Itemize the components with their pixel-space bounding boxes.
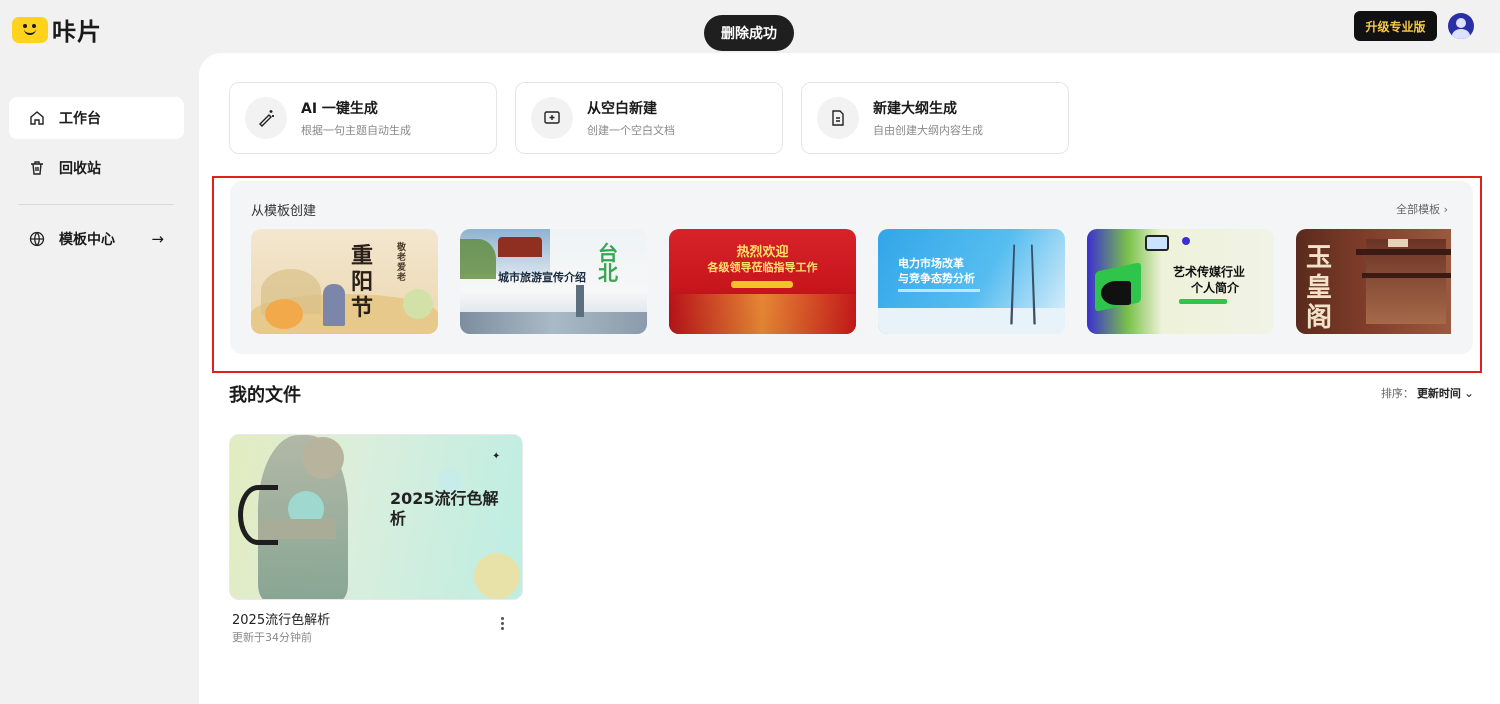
chevron-down-icon: ⌄ bbox=[1463, 386, 1474, 400]
quick-action-title: AI 一键生成 bbox=[301, 101, 378, 117]
quick-action-title: 从空白新建 bbox=[587, 101, 657, 117]
quick-action-subtitle: 自由创建大纲内容生成 bbox=[873, 124, 983, 137]
toast-message: 删除成功 bbox=[704, 15, 794, 51]
sort-value: 更新时间 bbox=[1416, 387, 1461, 400]
quick-action-subtitle: 创建一个空白文档 bbox=[587, 124, 675, 137]
user-avatar[interactable] bbox=[1448, 13, 1474, 39]
arrow-right-icon: → bbox=[151, 230, 164, 248]
sidebar-item-template-center[interactable]: 模板中心 → bbox=[9, 218, 184, 260]
quick-action-subtitle: 根据一句主题自动生成 bbox=[301, 124, 411, 137]
add-slide-icon bbox=[544, 111, 560, 124]
document-icon bbox=[832, 110, 844, 126]
sidebar-item-label: 工作台 bbox=[59, 111, 101, 127]
main-panel: AI 一键生成 根据一句主题自动生成 从空白新建 创建一个空白文档 新建大纲生成… bbox=[199, 53, 1500, 704]
globe-icon bbox=[29, 231, 45, 247]
my-files-title: 我的文件 bbox=[229, 385, 301, 406]
sort-dropdown[interactable]: 排序： 更新时间 ⌄ bbox=[1381, 385, 1474, 401]
file-thumbnail[interactable]: ✦ 2025流行色解析 bbox=[229, 434, 523, 600]
highlight-box bbox=[212, 176, 1482, 373]
magic-wand-icon bbox=[259, 110, 274, 127]
sidebar-divider bbox=[18, 204, 174, 205]
app-name: 咔片 bbox=[52, 18, 102, 46]
blank-create-card[interactable]: 从空白新建 创建一个空白文档 bbox=[515, 82, 783, 154]
file-updated-time: 更新于34分钟前 bbox=[232, 631, 312, 644]
sort-label: 排序： bbox=[1380, 387, 1414, 400]
sidebar-item-workspace[interactable]: 工作台 bbox=[9, 97, 184, 139]
trash-icon bbox=[31, 161, 43, 175]
quick-action-title: 新建大纲生成 bbox=[873, 101, 957, 117]
sparkle-icon: ✦ bbox=[492, 451, 501, 462]
outline-create-card[interactable]: 新建大纲生成 自由创建大纲内容生成 bbox=[801, 82, 1069, 154]
sidebar-item-label: 回收站 bbox=[59, 161, 101, 177]
file-thumbnail-title: 2025流行色解析 bbox=[390, 489, 499, 528]
more-options-icon[interactable] bbox=[496, 615, 508, 633]
upgrade-button[interactable]: 升级专业版 bbox=[1354, 11, 1437, 41]
app-logo[interactable]: 咔片 bbox=[12, 12, 102, 47]
ai-generate-card[interactable]: AI 一键生成 根据一句主题自动生成 bbox=[229, 82, 497, 154]
logo-face-icon bbox=[12, 16, 48, 43]
home-icon bbox=[30, 111, 44, 125]
sidebar-item-trash[interactable]: 回收站 bbox=[9, 147, 184, 189]
sidebar-item-label: 模板中心 bbox=[59, 232, 115, 248]
file-name[interactable]: 2025流行色解析 bbox=[232, 609, 330, 628]
